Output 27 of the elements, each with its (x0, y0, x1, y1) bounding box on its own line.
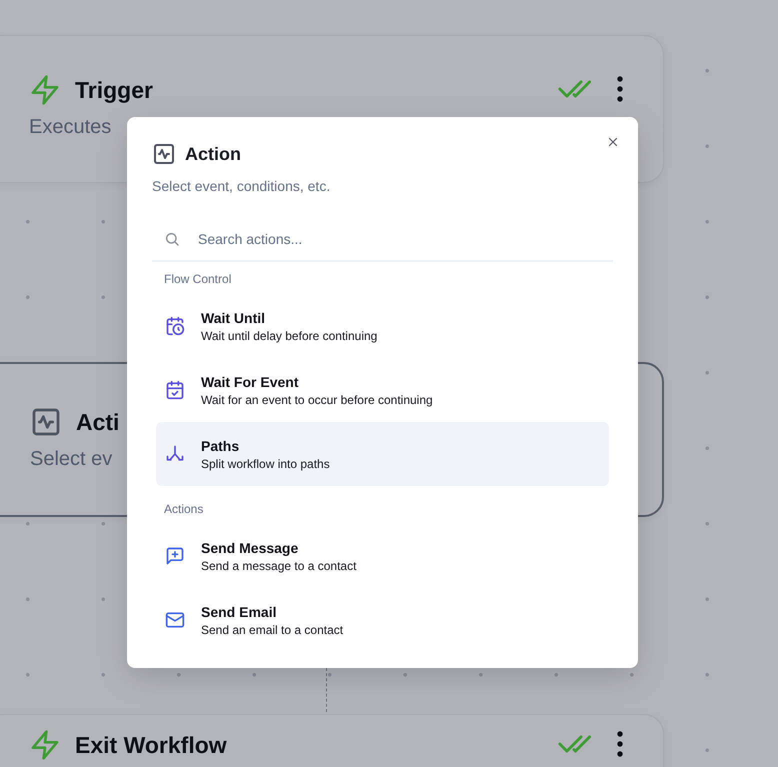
search-icon (164, 231, 180, 247)
calendar-check-icon (165, 380, 185, 400)
action-option[interactable]: Wait Until Wait until delay before continuing (156, 294, 609, 358)
dialog-title: Action (185, 144, 241, 164)
activity-square-icon (152, 142, 176, 166)
lightning-icon (29, 729, 61, 761)
kebab-menu-icon[interactable] (617, 731, 623, 757)
lightning-icon (29, 74, 61, 106)
node-title: Acti (76, 408, 120, 436)
action-option[interactable]: Send Email Send an email to a contact (156, 588, 609, 652)
node-title: Trigger (75, 76, 153, 104)
action-option[interactable]: Paths Split workflow into paths (156, 422, 609, 486)
close-icon (606, 135, 620, 149)
action-option[interactable]: Wait For Event Wait for an event to occur before continuing (156, 358, 609, 422)
node-subtitle: Select ev (30, 448, 112, 471)
section-heading: Actions (163, 501, 204, 516)
action-option[interactable]: Send Message Send a message to a contact (156, 524, 609, 588)
node-title: Exit Workflow (75, 732, 227, 758)
calendar-clock-icon (165, 316, 185, 336)
node-subtitle: Executes (29, 116, 112, 139)
kebab-menu-icon[interactable] (617, 76, 623, 102)
message-plus-icon (165, 546, 185, 566)
activity-square-icon (30, 406, 62, 438)
search-field[interactable]: Search actions... (198, 228, 613, 250)
node-card[interactable]: Exit Workflow (0, 714, 664, 767)
envelope-icon (165, 610, 185, 630)
section-heading: Flow Control (163, 271, 232, 286)
